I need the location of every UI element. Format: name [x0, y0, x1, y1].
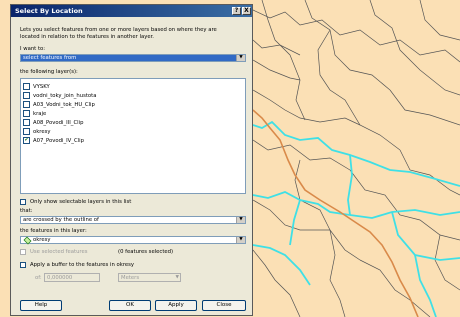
- buffer-unit-dropdown[interactable]: Meters ▼: [118, 273, 181, 282]
- layer-list[interactable]: VYSKY vodni_toky_join_hustota A03_Vodni_…: [20, 78, 246, 194]
- layers-label: the following layer(s):: [20, 69, 78, 75]
- polygon-layer-icon: [23, 236, 32, 245]
- that-label: that:: [20, 208, 33, 214]
- chevron-down-icon[interactable]: ▼: [236, 237, 245, 243]
- layer-name: vodni_toky_join_hustota: [33, 93, 97, 99]
- want-label: I want to:: [20, 46, 46, 52]
- close-icon[interactable]: X: [242, 7, 251, 15]
- select-by-location-dialog: Select By Location ? X Lets you select f…: [10, 4, 253, 316]
- use-selected-label: Use selected features: [30, 249, 88, 255]
- help-button[interactable]: Help: [20, 300, 62, 311]
- selection-method-dropdown[interactable]: select features from ▼: [20, 54, 246, 62]
- chevron-down-icon[interactable]: ▼: [236, 55, 245, 61]
- layer-name: A07_Povodi_IV_Clip: [33, 138, 84, 144]
- layer-item[interactable]: kraje: [23, 110, 46, 117]
- close-button[interactable]: Close: [202, 300, 246, 311]
- features-layer-label: the features in this layer:: [20, 228, 87, 234]
- layer-name: VYSKY: [33, 84, 50, 90]
- layer-name: okresy: [33, 129, 51, 135]
- layer-checkbox[interactable]: [23, 83, 30, 90]
- layer-item[interactable]: ✔ A07_Povodi_IV_Clip: [23, 137, 84, 144]
- spatial-method-dropdown[interactable]: are crossed by the outline of ▼: [20, 216, 246, 224]
- description-line-2: located in relation to the features in a…: [20, 34, 154, 40]
- description-line-1: Lets you select features from one or mor…: [20, 27, 217, 33]
- layer-item[interactable]: VYSKY: [23, 83, 50, 90]
- layer-item[interactable]: okresy: [23, 128, 51, 135]
- buffer-distance-input[interactable]: 0,000000: [44, 273, 100, 282]
- apply-buffer-label: Apply a buffer to the features in okresy: [30, 262, 135, 268]
- layer-name: A08_Povodi_III_Clip: [33, 120, 84, 126]
- features-selected-note: (0 features selected): [118, 249, 174, 255]
- apply-button[interactable]: Apply: [155, 300, 197, 311]
- layer-checkbox[interactable]: [23, 128, 30, 135]
- ok-button[interactable]: OK: [109, 300, 151, 311]
- spatial-method-value: are crossed by the outline of: [23, 217, 99, 223]
- buffer-distance-value: 0,000000: [47, 275, 73, 281]
- only-selectable-checkbox[interactable]: [20, 199, 26, 205]
- layer-checkbox[interactable]: [23, 101, 30, 108]
- source-layer-dropdown[interactable]: okresy ▼: [20, 236, 246, 245]
- selection-method-value: select features from: [21, 55, 237, 61]
- layer-item[interactable]: A03_Vodni_tok_HU_Clip: [23, 101, 95, 108]
- chevron-down-icon[interactable]: ▼: [236, 217, 245, 223]
- layer-item[interactable]: A08_Povodi_III_Clip: [23, 119, 83, 126]
- layer-checkbox[interactable]: [23, 92, 30, 99]
- layer-checkbox-checked[interactable]: ✔: [23, 137, 30, 144]
- layer-item[interactable]: vodni_toky_join_hustota: [23, 92, 97, 99]
- layer-name: A03_Vodni_tok_HU_Clip: [33, 102, 95, 108]
- chevron-down-icon: ▼: [175, 275, 179, 280]
- of-label: of:: [35, 275, 42, 281]
- buffer-unit-value: Meters: [121, 275, 140, 281]
- layer-name: kraje: [33, 111, 47, 117]
- dialog-title: Select By Location: [15, 7, 83, 15]
- source-layer-value: okresy: [33, 237, 51, 243]
- dialog-titlebar[interactable]: Select By Location ? X: [11, 5, 252, 17]
- only-selectable-label: Only show selectable layers in this list: [30, 199, 132, 205]
- layer-checkbox[interactable]: [23, 110, 30, 117]
- use-selected-checkbox[interactable]: [20, 249, 26, 255]
- apply-buffer-checkbox[interactable]: [20, 262, 26, 268]
- layer-checkbox[interactable]: [23, 119, 30, 126]
- help-icon[interactable]: ?: [232, 7, 241, 15]
